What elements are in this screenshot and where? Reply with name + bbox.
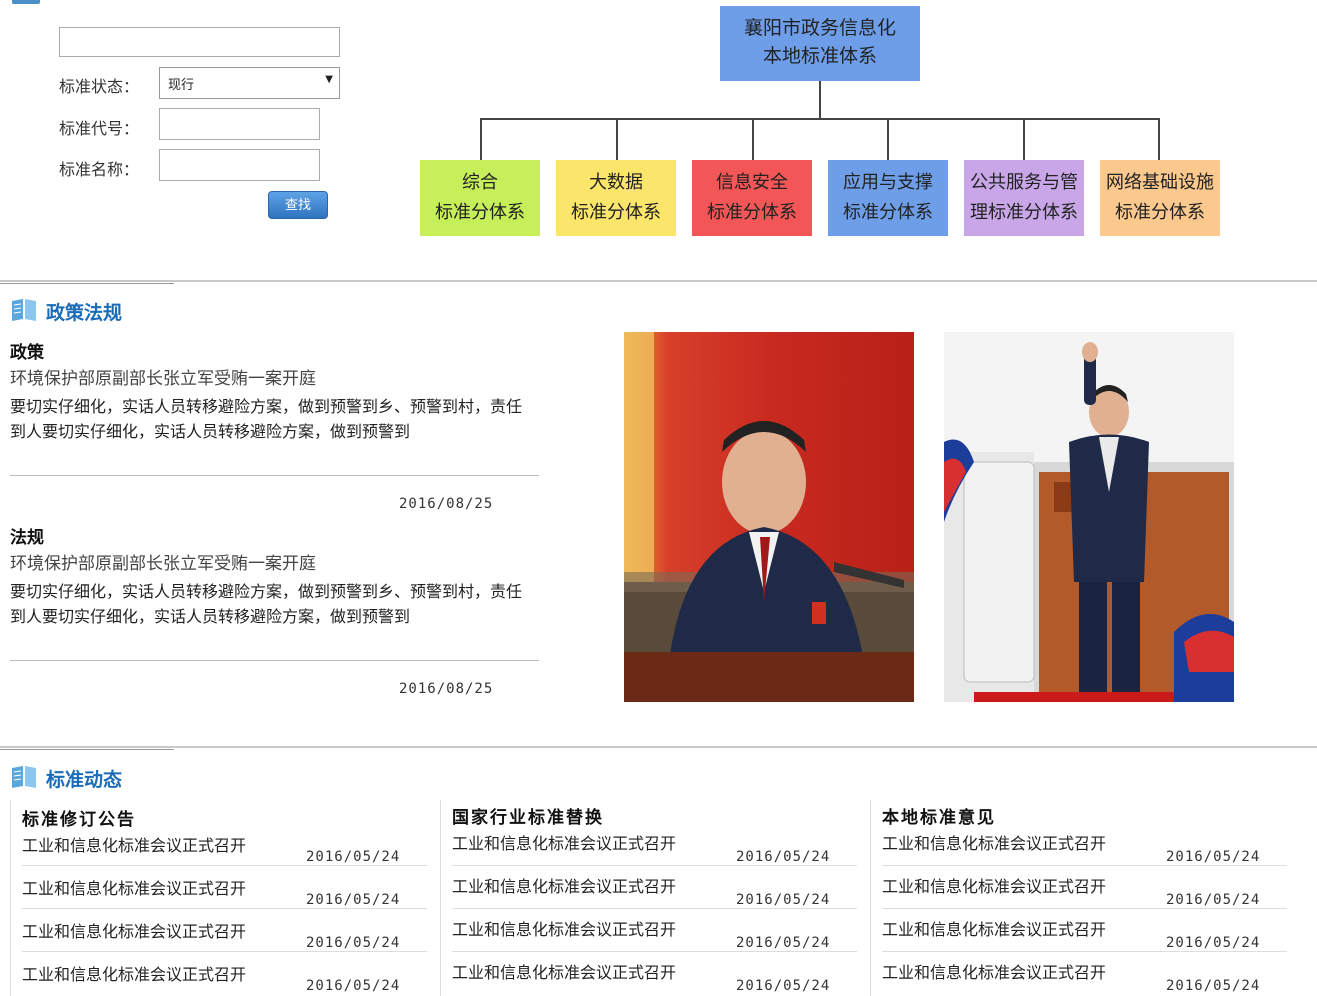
item-divider: [452, 865, 857, 866]
standards-item-date: 2016/05/24: [306, 935, 401, 951]
status-select[interactable]: 现行 ▼: [159, 67, 340, 99]
policy-news-date: 2016/08/25: [399, 496, 494, 512]
item-divider: [22, 908, 427, 909]
column-separator: [440, 800, 441, 996]
org-child-box[interactable]: 大数据 标准分体系: [556, 160, 676, 236]
standards-item-date: 2016/05/24: [1166, 849, 1261, 865]
item-divider: [10, 660, 539, 661]
item-divider: [882, 951, 1287, 952]
policy-category: 法规: [10, 528, 44, 548]
org-connector-drop: [480, 118, 482, 161]
policy-news-date: 2016/08/25: [399, 681, 494, 697]
org-child-box[interactable]: 综合 标准分体系: [420, 160, 540, 236]
policy-section-title: 政策法规: [46, 302, 123, 324]
standards-item-title[interactable]: 工业和信息化标准会议正式召开: [22, 875, 246, 899]
policy-category: 政策: [10, 343, 44, 363]
standards-item-date: 2016/05/24: [736, 978, 831, 994]
code-input[interactable]: [159, 108, 320, 140]
org-connector-horizontal: [480, 118, 1160, 120]
standards-item-title[interactable]: 工业和信息化标准会议正式召开: [22, 961, 246, 985]
org-child-box[interactable]: 应用与支撑 标准分体系: [828, 160, 948, 236]
org-child-line2: 标准分体系: [1115, 202, 1205, 223]
org-root-line1: 襄阳市政务信息化: [743, 17, 896, 39]
standards-item-title[interactable]: 工业和信息化标准会议正式召开: [22, 918, 246, 942]
standards-item-date: 2016/05/24: [1166, 935, 1261, 951]
standards-item-title[interactable]: 工业和信息化标准会议正式召开: [882, 959, 1106, 983]
name-input[interactable]: [159, 149, 320, 181]
standards-item-date: 2016/05/24: [306, 978, 401, 994]
item-divider: [452, 908, 857, 909]
name-label: 标准名称：: [59, 160, 140, 179]
search-button[interactable]: 查找: [268, 191, 328, 219]
item-divider: [22, 865, 427, 866]
section-divider: [0, 746, 1317, 748]
standards-item-date: 2016/05/24: [736, 849, 831, 865]
standards-item-date: 2016/05/24: [306, 892, 401, 908]
item-divider: [10, 475, 539, 476]
org-child-box[interactable]: 公共服务与管 理标准分体系: [964, 160, 1084, 236]
policy-news-body: 要切实仔细化，实话人员转移避险方案，做到预警到乡、预警到村，责任到人要切实仔细化…: [10, 397, 523, 441]
status-select-value: 现行: [168, 78, 195, 93]
org-connector-drop: [616, 118, 618, 161]
org-child-line1: 公共服务与管: [970, 172, 1078, 193]
org-child-line1: 网络基础设施: [1106, 172, 1214, 193]
section-divider-accent: [0, 749, 174, 750]
section-divider: [0, 280, 1317, 282]
keyword-input[interactable]: [59, 27, 340, 57]
standards-item-title[interactable]: 工业和信息化标准会议正式召开: [22, 832, 246, 856]
org-connector-drop: [887, 118, 889, 161]
org-child-line1: 综合: [462, 172, 498, 193]
standards-item-title[interactable]: 工业和信息化标准会议正式召开: [452, 959, 676, 983]
standards-item-title[interactable]: 工业和信息化标准会议正式召开: [882, 873, 1106, 897]
standards-item-title[interactable]: 工业和信息化标准会议正式召开: [452, 873, 676, 897]
org-connector-drop: [752, 118, 754, 161]
book-icon: [12, 299, 36, 321]
policy-news-title[interactable]: 环境保护部原副部长张立军受贿一案开庭: [10, 364, 316, 389]
org-child-box[interactable]: 信息安全 标准分体系: [692, 160, 812, 236]
standards-column-heading: 标准修订公告: [22, 810, 136, 830]
item-divider: [882, 865, 1287, 866]
section-divider-accent: [0, 283, 174, 284]
org-child-box[interactable]: 网络基础设施 标准分体系: [1100, 160, 1220, 236]
standards-item-date: 2016/05/24: [1166, 978, 1261, 994]
org-child-line1: 应用与支撑: [843, 172, 933, 193]
org-child-line2: 标准分体系: [571, 202, 661, 223]
top-logo-icon: [12, 0, 40, 4]
standards-item-title[interactable]: 工业和信息化标准会议正式召开: [452, 916, 676, 940]
policy-news-body: 要切实仔细化，实话人员转移避险方案，做到预警到乡、预警到村，责任到人要切实仔细化…: [10, 582, 523, 626]
item-divider: [452, 951, 857, 952]
org-child-line2: 标准分体系: [707, 202, 797, 223]
policy-news-title[interactable]: 环境保护部原副部长张立军受贿一案开庭: [10, 549, 316, 574]
org-child-line2: 理标准分体系: [970, 202, 1078, 223]
org-root-box[interactable]: 襄阳市政务信息化 本地标准体系: [720, 6, 920, 81]
org-child-line1: 大数据: [589, 172, 643, 193]
org-child-line2: 标准分体系: [435, 202, 525, 223]
standards-item-date: 2016/05/24: [736, 935, 831, 951]
column-separator: [10, 800, 11, 996]
org-connector-drop: [1158, 118, 1160, 161]
book-icon: [12, 766, 36, 788]
standards-item-title[interactable]: 工业和信息化标准会议正式召开: [452, 830, 676, 854]
item-divider: [22, 951, 427, 952]
standards-item-title[interactable]: 工业和信息化标准会议正式召开: [882, 916, 1106, 940]
item-divider: [882, 908, 1287, 909]
org-child-line1: 信息安全: [716, 172, 788, 193]
standards-item-date: 2016/05/24: [736, 892, 831, 908]
org-root-line2: 本地标准体系: [762, 45, 877, 67]
news-photo-speech[interactable]: [624, 332, 914, 702]
org-connector-drop: [1023, 118, 1025, 161]
org-child-line2: 标准分体系: [843, 202, 933, 223]
standards-item-date: 2016/05/24: [1166, 892, 1261, 908]
standards-column-heading: 本地标准意见: [882, 808, 996, 828]
standards-item-date: 2016/05/24: [306, 849, 401, 865]
code-label: 标准代号：: [59, 119, 140, 138]
standards-section-title: 标准动态: [46, 769, 123, 791]
column-separator: [870, 800, 871, 996]
standards-item-title[interactable]: 工业和信息化标准会议正式召开: [882, 830, 1106, 854]
standards-column-heading: 国家行业标准替换: [452, 808, 604, 828]
news-photo-departure[interactable]: [944, 332, 1234, 702]
dropdown-arrow-icon: ▼: [325, 74, 333, 85]
org-connector-vertical: [819, 81, 821, 119]
status-label: 标准状态：: [59, 77, 140, 96]
